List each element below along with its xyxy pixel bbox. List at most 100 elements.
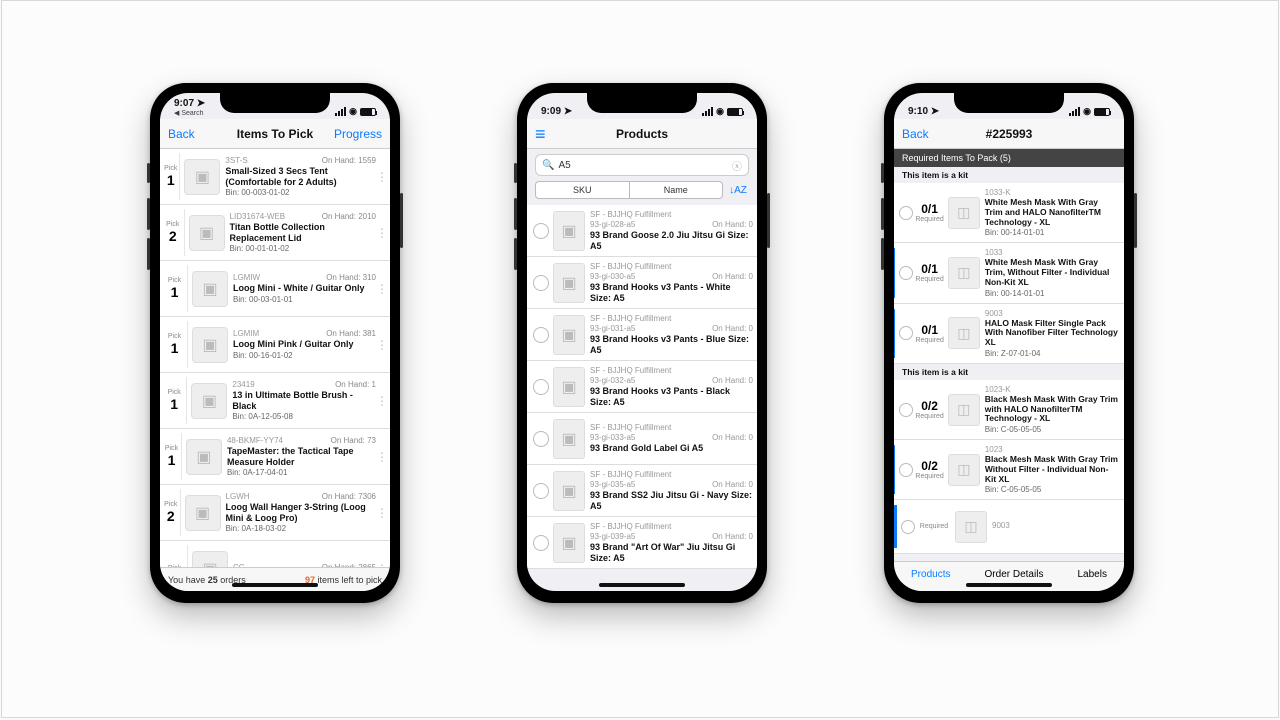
marketing-stage: 9:07 ➤ ◀ Search ◉ Back Items To Pick Pro… [1, 0, 1279, 718]
vendor-label: SF - BJJHQ Fulfillment [590, 262, 671, 271]
list-item[interactable]: ▣SF - BJJHQ Fulfillment93-gi-030-a5On Ha… [527, 257, 757, 309]
segment-sku[interactable]: SKU [535, 181, 629, 199]
list-item[interactable]: 0/2Required◫1023-KBlack Mesh Mask With G… [894, 380, 1124, 440]
notch [954, 93, 1064, 113]
nav-back-button[interactable]: Back [168, 127, 195, 141]
select-radio[interactable] [533, 535, 549, 551]
more-icon[interactable]: ⋮ [376, 511, 386, 515]
select-radio[interactable] [899, 266, 913, 280]
vendor-label: SF - BJJHQ Fulfillment [590, 470, 671, 479]
select-radio[interactable] [899, 326, 913, 340]
breadcrumb-back[interactable]: ◀ Search [174, 110, 204, 117]
select-radio[interactable] [533, 483, 549, 499]
kit-indent-marker [894, 188, 895, 237]
search-icon: 🔍 [542, 160, 554, 171]
list-item[interactable]: ▣SF - BJJHQ Fulfillment93-gi-039-a5On Ha… [527, 517, 757, 569]
select-radio[interactable] [533, 431, 549, 447]
product-name: Loog Wall Hanger 3-String (Loog Mini & L… [226, 502, 376, 523]
sku-label: 1023 [985, 445, 1118, 454]
list-item[interactable]: 0/2Required◫1023Black Mesh Mask With Gra… [894, 440, 1124, 500]
home-indicator[interactable] [599, 583, 685, 587]
list-item[interactable]: Pick2▣LID31674-WEBOn Hand: 2010Titan Bot… [160, 205, 390, 261]
product-name: Small-Sized 3 Secs Tent (Comfortable for… [225, 166, 376, 187]
location-icon: ➤ [931, 106, 939, 117]
hamburger-menu-icon[interactable]: ≡ [535, 125, 546, 143]
bin-label: Bin: 00-01-01-02 [230, 244, 376, 253]
status-time: 9:10 [908, 106, 928, 117]
cell-signal-icon [702, 107, 713, 116]
sku-label: LGMIW [233, 273, 260, 282]
sku-label: 9003 [992, 521, 1118, 530]
list-item[interactable]: ▣SF - BJJHQ Fulfillment93-gi-032-a5On Ha… [527, 361, 757, 413]
product-thumbnail: ▣ [553, 315, 585, 355]
sku-label: 48-BKMF-YY74 [227, 436, 283, 445]
product-thumbnail: ◫ [948, 394, 980, 426]
product-name: Black Mesh Mask With Gray Trim Without F… [985, 455, 1118, 484]
sort-button[interactable]: ↓AZ [727, 181, 749, 199]
segment-name[interactable]: Name [629, 181, 724, 199]
list-item[interactable]: Pick2▣LGWHOn Hand: 7306Loog Wall Hanger … [160, 485, 390, 541]
list-item[interactable]: ▣SF - BJJHQ Fulfillment93-gi-033-a5On Ha… [527, 413, 757, 465]
list-item[interactable]: ▣SF - BJJHQ Fulfillment93-gi-035-a5On Ha… [527, 465, 757, 517]
select-radio[interactable] [533, 275, 549, 291]
list-item[interactable]: Pick1▣LGMIWOn Hand: 310Loog Mini - White… [160, 261, 390, 317]
more-icon[interactable]: ⋮ [376, 175, 386, 179]
bin-label: Bin: 0A-18-03-02 [226, 524, 376, 533]
list-item[interactable]: 0/1Required◫9003HALO Mask Filter Single … [894, 304, 1124, 364]
footer-bar: You have 25 orders 97 items left to pick [160, 567, 390, 591]
product-thumbnail: ▣ [553, 523, 585, 563]
home-indicator[interactable] [966, 583, 1052, 587]
search-input[interactable]: 🔍 A5 ⓧ [535, 154, 749, 176]
select-radio[interactable] [533, 223, 549, 239]
list-item[interactable]: 0/1Required◫1033White Mesh Mask With Gra… [894, 243, 1124, 303]
tab-order-details[interactable]: Order Details [985, 569, 1044, 580]
more-icon[interactable]: ⋮ [376, 567, 386, 568]
more-icon[interactable]: ⋮ [376, 399, 386, 403]
list-item[interactable]: Pick▣CCOn Hand: 2865⋮ [160, 541, 390, 567]
kit-indent-marker [894, 445, 895, 494]
pick-list[interactable]: Pick1▣3ST-SOn Hand: 1559Small-Sized 3 Se… [160, 149, 390, 567]
clear-search-icon[interactable]: ⓧ [732, 158, 742, 173]
product-name: TapeMaster: the Tactical Tape Measure Ho… [227, 446, 376, 467]
bin-label: Bin: C-05-05-05 [985, 425, 1118, 434]
select-radio[interactable] [533, 379, 549, 395]
list-item[interactable]: ▣SF - BJJHQ Fulfillment93-gi-028-a5On Ha… [527, 205, 757, 257]
nav-back-button[interactable]: Back [902, 127, 929, 141]
select-radio[interactable] [899, 403, 913, 417]
on-hand-label: On Hand: 0 [712, 480, 753, 489]
more-icon[interactable]: ⋮ [376, 455, 386, 459]
notch [220, 93, 330, 113]
tab-labels[interactable]: Labels [1077, 569, 1106, 580]
product-thumbnail: ◫ [955, 511, 987, 543]
select-radio[interactable] [533, 327, 549, 343]
nav-progress-button[interactable]: Progress [334, 127, 382, 141]
notch [587, 93, 697, 113]
battery-icon [360, 108, 376, 116]
tab-products[interactable]: Products [911, 569, 950, 580]
more-icon[interactable]: ⋮ [376, 231, 386, 235]
product-name: Titan Bottle Collection Replacement Lid [230, 222, 376, 243]
bin-label: Bin: 0A-17-04-01 [227, 468, 376, 477]
kit-indent-marker [894, 248, 895, 297]
sku-label: 93-gi-030-a5 [590, 272, 635, 281]
list-item[interactable]: Pick1▣3ST-SOn Hand: 1559Small-Sized 3 Se… [160, 149, 390, 205]
list-item[interactable]: ▣SF - BJJHQ Fulfillment93-gi-031-a5On Ha… [527, 309, 757, 361]
product-thumbnail: ▣ [186, 439, 222, 475]
select-radio[interactable] [899, 206, 913, 220]
sku-label: 93-gi-039-a5 [590, 532, 635, 541]
list-item[interactable]: 0/1Required◫1033-KWhite Mesh Mask With G… [894, 183, 1124, 243]
select-radio[interactable] [899, 463, 913, 477]
product-thumbnail: ▣ [553, 263, 585, 303]
product-list[interactable]: ▣SF - BJJHQ Fulfillment93-gi-028-a5On Ha… [527, 205, 757, 591]
product-name: White Mesh Mask With Gray Trim, Without … [985, 258, 1118, 287]
list-item[interactable]: Pick1▣23419On Hand: 113 in Ultimate Bott… [160, 373, 390, 429]
home-indicator[interactable] [232, 583, 318, 587]
more-icon[interactable]: ⋮ [376, 343, 386, 347]
list-item[interactable]: Pick1▣LGMIMOn Hand: 381Loog Mini Pink / … [160, 317, 390, 373]
vendor-label: SF - BJJHQ Fulfillment [590, 366, 671, 375]
list-item[interactable]: Pick1▣48-BKMF-YY74On Hand: 73TapeMaster:… [160, 429, 390, 485]
list-item[interactable]: Required◫9003 [894, 500, 1124, 554]
more-icon[interactable]: ⋮ [376, 287, 386, 291]
select-radio[interactable] [901, 520, 915, 534]
pack-list[interactable]: This item is a kit0/1Required◫1033-KWhit… [894, 167, 1124, 561]
